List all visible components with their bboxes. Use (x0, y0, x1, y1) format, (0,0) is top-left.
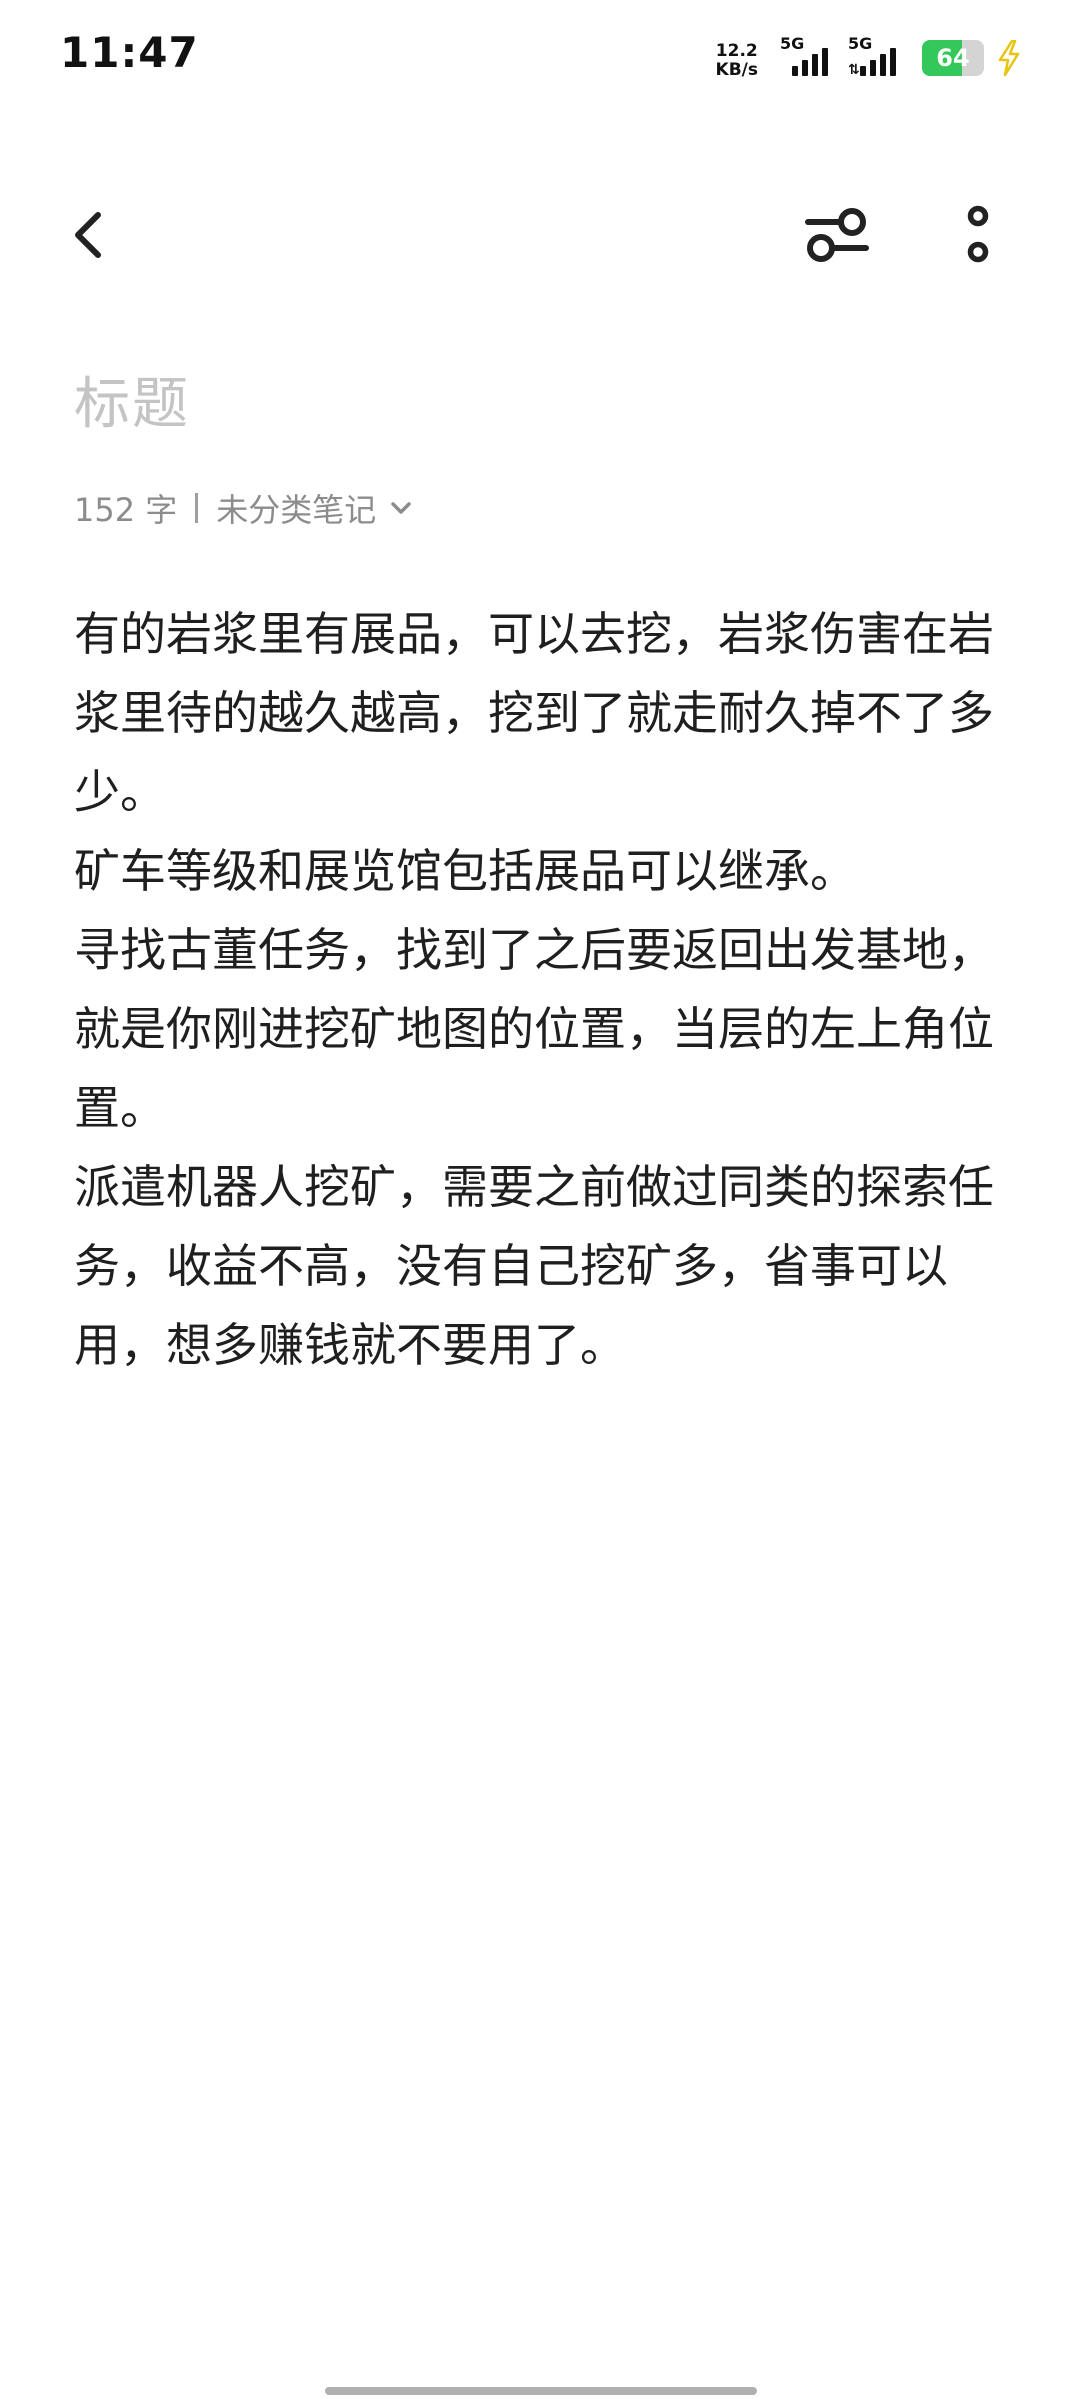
sim2-signal-icon: 5G ⇅ (848, 34, 904, 80)
signal-bar (822, 48, 828, 76)
chevron-down-icon (391, 502, 412, 514)
category-label: 未分类笔记 (216, 491, 377, 529)
meta-divider (195, 493, 199, 523)
more-options-button[interactable] (950, 200, 1006, 270)
note-paragraph: 寻找古董任务，找到了之后要返回出发基地，就是你刚进挖矿地图的位置，当层的左上角位… (74, 923, 994, 1135)
network-speed: 12.2 KB/s (716, 42, 758, 80)
chevron-left-icon (75, 212, 101, 258)
charging-icon (998, 40, 1020, 76)
signal-bar (870, 60, 876, 76)
data-activity-icon: ⇅ (848, 62, 860, 78)
battery-level: 64 (936, 44, 970, 72)
signal-bar (890, 48, 896, 76)
note-paragraph: 有的岩浆里有展品，可以去挖，岩浆伤害在岩浆里待的越久越高，挖到了就走耐久掉不了多… (74, 607, 994, 819)
sim1-signal-icon: 5G (780, 34, 836, 80)
vertical-dots-icon (967, 205, 989, 263)
signal-bar (792, 66, 798, 76)
signal-bar (860, 66, 866, 76)
signal-bar (812, 54, 818, 76)
sim1-signal-bars (792, 48, 828, 76)
note-editor-screen: 11:47 12.2 KB/s 5G 5G ⇅ 64 标题 152 字 未分类笔… (0, 0, 1080, 2400)
network-speed-unit: KB/s (715, 60, 758, 80)
status-time: 11:47 (60, 28, 199, 77)
toolbar (0, 190, 1080, 280)
note-meta: 152 字 未分类笔记 (74, 485, 416, 531)
format-settings-button[interactable] (802, 202, 872, 268)
network-speed-value: 12.2 (715, 41, 758, 61)
word-count: 152 字 (74, 491, 178, 529)
note-paragraph: 派遣机器人挖矿，需要之前做过同类的探索任务，收益不高，没有自己挖矿多，省事可以用… (74, 1160, 994, 1372)
category-selector[interactable]: 未分类笔记 (216, 485, 416, 531)
sliders-icon (805, 208, 869, 262)
status-bar: 11:47 12.2 KB/s 5G 5G ⇅ 64 (0, 0, 1080, 110)
signal-bar (880, 54, 886, 76)
status-indicators: 12.2 KB/s 5G 5G ⇅ 64 (716, 34, 1022, 80)
home-gesture-bar[interactable] (325, 2387, 757, 2395)
note-paragraph: 矿车等级和展览馆包括展品可以继承。 (74, 844, 856, 898)
signal-bar (802, 60, 808, 76)
battery-icon: 64 (922, 40, 984, 76)
note-title-input[interactable]: 标题 (74, 365, 1004, 445)
note-body-editor[interactable]: 有的岩浆里有展品，可以去挖，岩浆伤害在岩浆里待的越久越高，挖到了就走耐久掉不了多… (74, 595, 1024, 1385)
back-button[interactable] (62, 207, 118, 263)
sim2-signal-bars (860, 48, 896, 76)
